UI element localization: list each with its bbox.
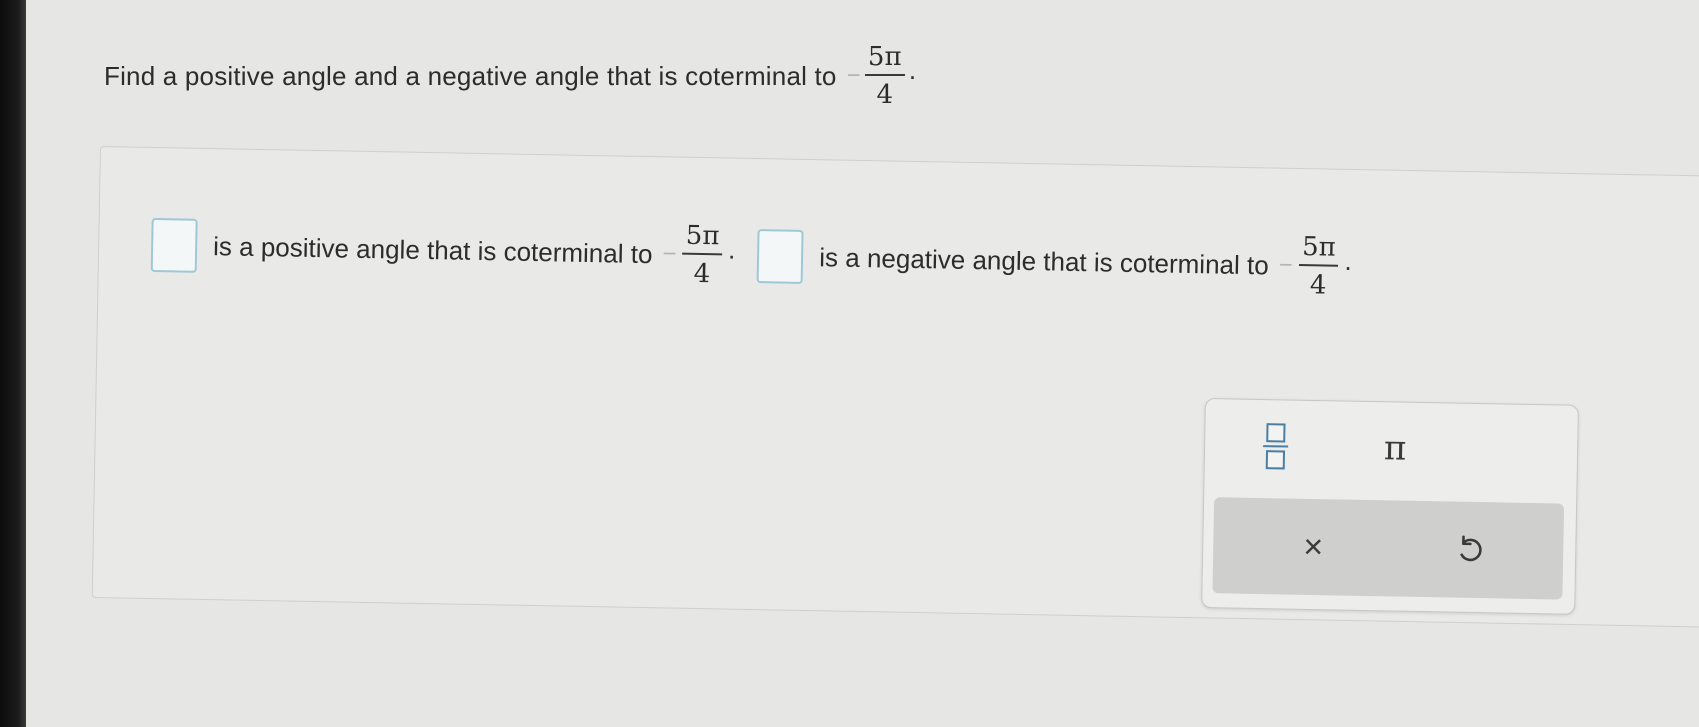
pi-icon: π — [1383, 428, 1407, 469]
positive-statement-text: is a positive angle that is coterminal t… — [212, 230, 653, 269]
answer-row: is a positive angle that is coterminal t… — [150, 213, 1353, 301]
period: . — [727, 234, 736, 265]
minus-sign: − — [662, 240, 677, 268]
angle-fraction: 5π 4 — [864, 44, 905, 110]
positive-angle-input[interactable] — [150, 217, 198, 273]
pi-button[interactable]: π — [1365, 422, 1426, 475]
clear-button[interactable]: × — [1285, 519, 1342, 576]
negative-statement-text: is a negative angle that is coterminal t… — [819, 241, 1270, 280]
negative-angle-input[interactable] — [756, 229, 804, 284]
undo-icon — [1460, 535, 1482, 562]
left-bezel — [0, 0, 26, 727]
fraction-numerator: 5π — [1298, 232, 1339, 267]
fraction-denominator: 4 — [1309, 270, 1327, 301]
period: . — [908, 55, 917, 85]
fraction-numerator: 5π — [682, 221, 723, 256]
fraction-denominator: 4 — [693, 258, 711, 290]
fraction-numerator: 5π — [864, 44, 905, 76]
minus-sign: − — [1278, 251, 1293, 279]
fraction-denominator: 4 — [876, 80, 894, 110]
minus-sign: − — [846, 62, 861, 89]
math-keypad: π × — [1201, 398, 1579, 615]
close-icon: × — [1303, 527, 1324, 566]
undo-button[interactable] — [1441, 521, 1498, 578]
keypad-action-bar: × — [1212, 497, 1565, 600]
fraction-button[interactable] — [1251, 418, 1300, 475]
question-prompt: Find a positive angle and a negative ang… — [104, 44, 916, 108]
angle-fraction: 5π 4 — [1298, 232, 1339, 301]
fraction-icon — [1262, 423, 1288, 470]
angle-fraction: 5π 4 — [682, 221, 723, 290]
period: . — [1344, 245, 1352, 276]
question-text: Find a positive angle and a negative ang… — [104, 60, 837, 91]
